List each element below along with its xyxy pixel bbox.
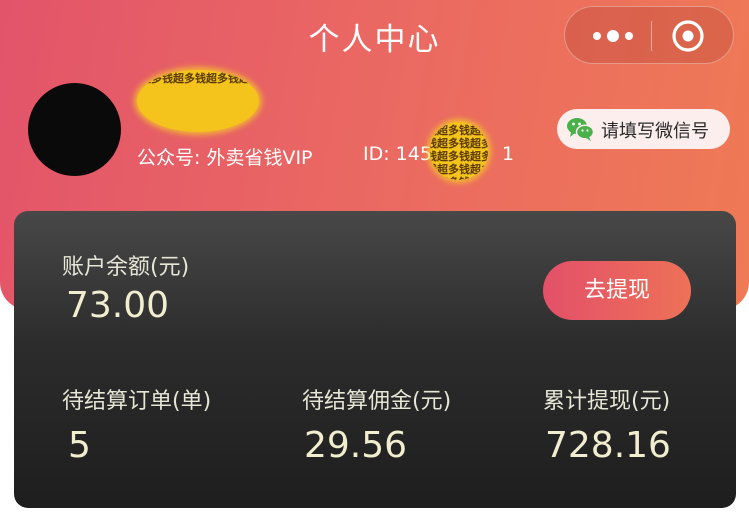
wechat-icon: [567, 118, 594, 141]
more-dots-icon[interactable]: [587, 21, 643, 51]
avatar[interactable]: [28, 83, 121, 176]
withdraw-button[interactable]: 去提现: [543, 261, 691, 320]
mini-program-capsule: [564, 6, 734, 64]
balance-value: 73.00: [66, 285, 170, 326]
nickname-mosaic-mask: 钱超多钱超多钱超多钱超多钱超多钱超多钱超多钱超多钱超多钱超多钱超多钱超多钱超多钱…: [137, 70, 259, 132]
capsule-divider: [651, 21, 652, 51]
total-withdrawn-value: 728.16: [545, 425, 671, 466]
pending-commission-value: 29.56: [304, 425, 408, 466]
pending-commission-label: 待结算佣金(元): [302, 389, 452, 414]
user-id-suffix: 1: [501, 143, 515, 165]
user-id-text: ID: 145: [363, 143, 432, 165]
total-withdrawn-label: 累计提现(元): [543, 389, 671, 414]
fill-wechat-button[interactable]: 请填写微信号: [557, 109, 730, 149]
pending-orders-value: 5: [68, 425, 91, 466]
wechat-button-label: 请填写微信号: [601, 121, 709, 142]
id-mask-text: 钱超多钱超多钱超多钱超多钱超多钱超多钱超多钱超多钱超多钱超多钱超多钱超多: [430, 124, 488, 180]
id-mosaic-mask: 钱超多钱超多钱超多钱超多钱超多钱超多钱超多钱超多钱超多钱超多钱超多钱超多: [430, 122, 488, 180]
account-card: 账户余额(元) 73.00 去提现 待结算订单(单) 5 待结算佣金(元) 29…: [14, 211, 736, 508]
pending-orders-label: 待结算订单(单): [62, 389, 212, 414]
official-account-label: 公众号: 外卖省钱VIP: [137, 147, 313, 169]
nickname-mask-text: 钱超多钱超多钱超多钱超多钱超多钱超多钱超多钱超多钱超多钱超多钱超多钱超多钱超多钱…: [137, 72, 259, 85]
balance-label: 账户余额(元): [62, 255, 190, 280]
target-close-icon[interactable]: [671, 19, 705, 53]
